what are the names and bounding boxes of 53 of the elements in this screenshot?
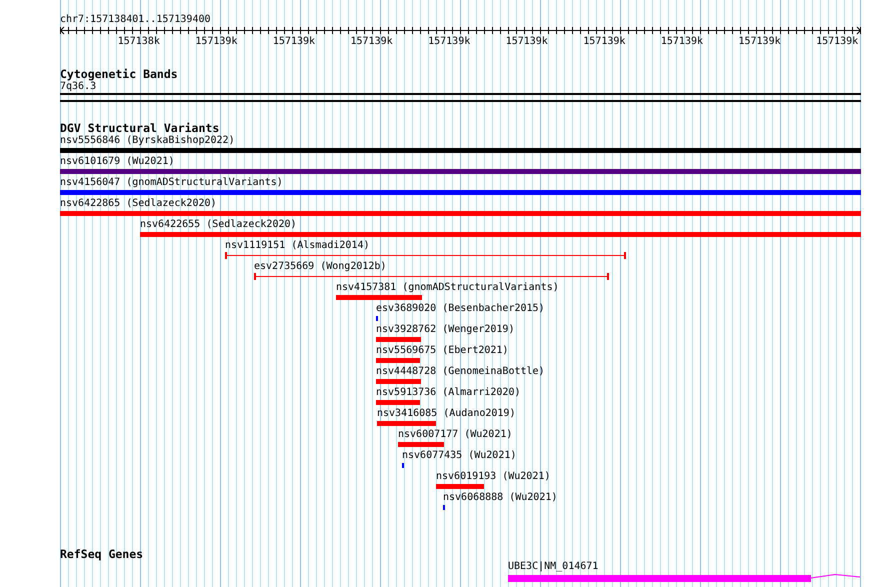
gene-label: UBE3C|NM_014671 bbox=[508, 561, 598, 573]
ruler-tick-label: 157139k bbox=[350, 36, 394, 48]
variant-bar[interactable] bbox=[60, 169, 861, 174]
track-title: RefSeq Genes bbox=[60, 548, 144, 561]
variant-label: nsv6422865 (Sedlazeck2020) bbox=[60, 198, 217, 210]
ruler-tick-label: 157139k bbox=[504, 36, 549, 48]
variant-span[interactable] bbox=[254, 273, 609, 280]
ruler-tick-label: 157138k bbox=[116, 36, 161, 48]
variant-label: nsv5569675 (Ebert2021) bbox=[376, 345, 508, 357]
ruler-tick-label: 157139k bbox=[582, 36, 626, 48]
variant-label: nsv4156047 (gnomADStructuralVariants) bbox=[60, 177, 283, 189]
variant-label: esv3689020 (Besenbacher2015) bbox=[376, 303, 545, 315]
track-title: Cytogenetic Bands bbox=[60, 68, 178, 81]
variant-bar[interactable] bbox=[376, 400, 420, 405]
variant-tick[interactable] bbox=[402, 463, 404, 468]
variant-bar[interactable] bbox=[376, 337, 421, 342]
variant-label: nsv5913736 (Almarri2020) bbox=[376, 387, 520, 399]
variant-label: nsv6422655 (Sedlazeck2020) bbox=[140, 219, 297, 231]
variant-label: nsv4448728 (GenomeinaBottle) bbox=[376, 366, 545, 378]
ruler-tick-label: 157139k bbox=[660, 36, 704, 48]
variant-label: nsv6068888 (Wu2021) bbox=[443, 492, 558, 504]
variant-bar[interactable] bbox=[377, 421, 436, 426]
variant-bar[interactable] bbox=[60, 190, 861, 195]
variant-label: nsv5556846 (ByrskaBishop2022) bbox=[60, 135, 235, 147]
variant-label: nsv6101679 (Wu2021) bbox=[60, 156, 174, 168]
variant-bar[interactable] bbox=[398, 442, 444, 447]
variant-bar[interactable] bbox=[376, 379, 421, 384]
variant-bar[interactable] bbox=[60, 211, 861, 216]
variant-tick[interactable] bbox=[443, 505, 445, 510]
variant-label: nsv3928762 (Wenger2019) bbox=[376, 324, 514, 336]
ruler-tick-label: 157139k bbox=[737, 36, 782, 48]
variant-label: nsv6007177 (Wu2021) bbox=[398, 429, 512, 441]
variant-bar[interactable] bbox=[140, 232, 861, 237]
track-title: DGV Structural Variants bbox=[60, 122, 220, 135]
variant-bar[interactable] bbox=[60, 148, 861, 153]
location-label: chr7:157138401..157139400 bbox=[60, 14, 211, 26]
gene-drawing[interactable] bbox=[508, 574, 860, 582]
variant-bar[interactable] bbox=[336, 295, 422, 300]
variant-label: nsv4157381 (gnomADStructuralVariants) bbox=[336, 282, 559, 294]
variant-label: nsv3416085 (Audano2019) bbox=[377, 408, 516, 420]
variant-span[interactable] bbox=[225, 252, 626, 259]
ruler-tick-label: 157139k bbox=[427, 36, 472, 48]
ruler-tick-label: 157139k bbox=[815, 36, 860, 48]
ruler-tick-label: 157139k bbox=[272, 36, 316, 48]
variant-tick[interactable] bbox=[376, 316, 378, 321]
variant-bar[interactable] bbox=[436, 484, 484, 489]
variant-bar[interactable] bbox=[376, 358, 420, 363]
ruler-tick-label: 157139k bbox=[194, 36, 238, 48]
variant-label: nsv6019193 (Wu2021) bbox=[436, 471, 550, 483]
cytoband-label: 7q36.3 bbox=[60, 81, 96, 93]
variant-label: nsv1119151 (Alsmadi2014) bbox=[225, 240, 370, 252]
variant-label: nsv6077435 (Wu2021) bbox=[402, 450, 516, 462]
variant-label: esv2735669 (Wong2012b) bbox=[254, 261, 386, 273]
